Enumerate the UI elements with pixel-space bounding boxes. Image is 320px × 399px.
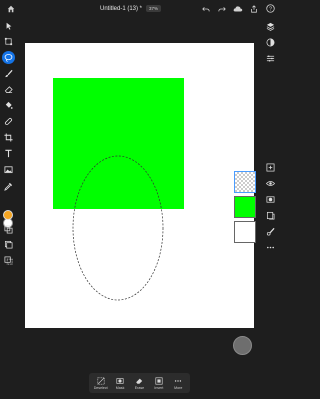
touch-shortcut-button[interactable] [233, 336, 252, 355]
svg-text:?: ? [269, 6, 272, 12]
type-icon [5, 149, 12, 158]
foreground-color-swatch[interactable] [3, 210, 13, 220]
selection-taskbar: Deselect Mask Erase Invert More [89, 373, 190, 393]
document-title[interactable]: Untitled-1 (13) * [100, 6, 142, 12]
document-canvas[interactable] [25, 43, 254, 328]
sliders-icon [266, 55, 275, 62]
layers-panel-button[interactable] [265, 21, 276, 32]
mask-label: Mask [115, 385, 125, 390]
layers-stack [233, 170, 259, 246]
layer-thumbnail-empty[interactable] [234, 171, 256, 193]
more-button[interactable]: More [169, 377, 188, 390]
erase-icon [136, 378, 143, 384]
heal-tool[interactable] [2, 115, 15, 128]
type-tool[interactable] [2, 147, 15, 160]
layer-properties-button[interactable] [265, 210, 276, 221]
copy-icon [4, 256, 13, 265]
share-button[interactable] [249, 4, 259, 14]
brush-settings-icon [266, 227, 275, 236]
layer-thumbnail-background[interactable] [234, 221, 256, 243]
lasso-icon [4, 53, 13, 62]
mask-icon [266, 196, 275, 203]
image-icon [4, 166, 13, 174]
help-icon: ? [265, 4, 275, 13]
eyedropper-icon [4, 182, 13, 191]
layer-action-duplicate[interactable] [2, 223, 15, 236]
top-right-actions: ? [201, 3, 275, 14]
eyedropper-tool[interactable] [2, 180, 15, 193]
zoom-level-badge[interactable]: 37% [146, 5, 162, 12]
add-layer-button[interactable] [265, 162, 276, 173]
erase-button[interactable]: Erase [130, 377, 149, 390]
mask-button[interactable]: Mask [111, 377, 130, 390]
arrow-icon [6, 22, 11, 30]
layer-thumbnail-green[interactable] [234, 196, 256, 218]
brush-tool[interactable] [2, 67, 15, 80]
more-layer-options-button[interactable] [265, 242, 276, 253]
adjustments-panel-button[interactable] [265, 53, 276, 64]
eraser-icon [4, 86, 13, 94]
deselect-button[interactable]: Deselect [91, 376, 110, 390]
fill-tool[interactable] [2, 99, 15, 112]
properties-icon [266, 38, 275, 47]
photoshop-ipad-app: Untitled-1 (13) * 37% ? Deselect Mask Er… [0, 0, 279, 399]
more-icon [175, 379, 182, 382]
stack-icon [4, 240, 13, 249]
redo-icon [218, 6, 226, 11]
erase-label: Erase [134, 385, 145, 390]
bandage-icon [4, 117, 13, 126]
more-label: More [174, 385, 183, 390]
layer-visibility-button[interactable] [265, 178, 276, 189]
green-square-layer-content [53, 78, 184, 209]
left-toolbar [0, 17, 17, 399]
mask-icon [116, 377, 124, 384]
bucket-icon [5, 101, 13, 109]
undo-button[interactable] [201, 4, 211, 14]
brush-icon [5, 69, 13, 78]
home-button[interactable] [5, 3, 16, 14]
add-layer-icon [266, 163, 275, 172]
eraser-tool[interactable] [2, 83, 15, 96]
properties-panel-button[interactable] [265, 37, 276, 48]
document-title-area[interactable]: Untitled-1 (13) * 37% [100, 3, 162, 14]
cloud-button[interactable] [233, 4, 243, 14]
move-tool[interactable] [2, 19, 15, 32]
right-toolbar [262, 17, 279, 399]
redo-button[interactable] [217, 4, 227, 14]
undo-icon [202, 6, 210, 11]
help-button[interactable]: ? [265, 4, 275, 14]
layers-icon [266, 22, 275, 31]
more-icon [266, 246, 275, 249]
selection-tool[interactable] [2, 51, 15, 64]
invert-icon [155, 376, 163, 385]
deselect-label: Deselect [93, 385, 108, 390]
adjustment-layer-button[interactable] [265, 226, 276, 237]
cloud-icon [233, 5, 243, 11]
invert-label: Invert [154, 385, 164, 390]
invert-button[interactable]: Invert [149, 376, 168, 390]
layer-mask-button[interactable] [265, 194, 276, 205]
transform-tool[interactable] [2, 35, 15, 48]
share-icon [251, 4, 257, 13]
place-image-tool[interactable] [2, 163, 15, 176]
eye-icon [266, 181, 275, 186]
top-bar: Untitled-1 (13) * 37% ? [0, 0, 279, 17]
layer-properties-icon [266, 211, 275, 220]
transform-icon [4, 37, 13, 46]
layer-action-copy[interactable] [2, 254, 15, 267]
home-icon [7, 5, 14, 12]
crop-icon [4, 133, 13, 142]
layer-action-stack[interactable] [2, 238, 15, 251]
duplicate-icon [4, 225, 13, 234]
crop-tool[interactable] [2, 131, 15, 144]
deselect-icon [97, 376, 105, 385]
